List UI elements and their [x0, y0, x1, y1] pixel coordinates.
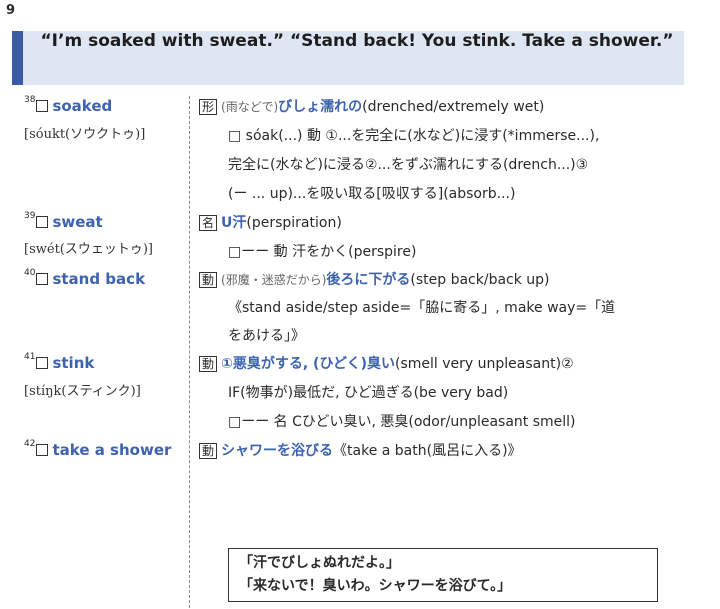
definition-rest: (perspiration)	[246, 215, 342, 231]
entry-word: take a shower	[52, 441, 172, 459]
usage-note: (雨などで)	[221, 100, 279, 114]
entry-number: 40	[24, 268, 36, 278]
pos-badge: 動	[199, 443, 218, 459]
definition-line: IF(物事が)最低だ, ひど過ぎる(be very bad)	[228, 385, 509, 401]
entry-take-a-shower: 42 take a shower	[24, 439, 172, 459]
entry-pronunciation: [sóukt(ソウクトゥ)]	[24, 127, 146, 142]
definition-rest: (step back/back up)	[410, 272, 550, 288]
header-accent-bar	[12, 31, 23, 85]
entry-number: 38	[24, 95, 36, 105]
definition-line: □ーー 動 汗をかく(perspire)	[228, 244, 417, 260]
translation-line-1: 「汗でびしょぬれだよ。」	[239, 555, 400, 571]
pos-badge: 動	[199, 356, 218, 372]
checkbox-icon[interactable]	[36, 216, 49, 228]
definition-rest: (drenched/extremely wet)	[362, 99, 545, 115]
entry-word: stand back	[52, 270, 146, 288]
page-number: 9	[6, 3, 16, 18]
definition-line: 完全に(水など)に浸る②...をずぶ濡れにする(drench...)③	[228, 157, 589, 173]
entry-number: 39	[24, 211, 36, 221]
entry-word: sweat	[52, 213, 103, 231]
checkbox-icon[interactable]	[36, 444, 49, 456]
entry-sweat: 39 sweat	[24, 211, 103, 231]
pos-badge: 動	[199, 272, 218, 288]
entry-number: 41	[24, 352, 36, 362]
definition-line: □ sóak(...) 動 ①...を完全に(水など)に浸す(*immerse.…	[228, 128, 600, 144]
definition-line: 名 U汗(perspiration)	[199, 212, 342, 232]
header-quote: “I’m soaked with sweat.” “Stand back! Yo…	[40, 31, 674, 51]
pos-badge: 名	[199, 215, 218, 231]
entry-pronunciation: [stíŋk(スティンク)]	[24, 384, 141, 399]
entry-word: soaked	[52, 97, 113, 115]
entry-number: 42	[24, 439, 36, 449]
column-divider	[189, 96, 190, 608]
definition-head: びしょ濡れの	[278, 99, 363, 115]
usage-note: (邪魔・迷惑だから)	[221, 273, 327, 287]
definition-head: ①悪臭がする, (ひどく)臭い	[221, 356, 396, 372]
pos-badge: 形	[199, 99, 218, 115]
definition-line: 形 (雨などで)びしょ濡れの(drenched/extremely wet)	[199, 96, 544, 116]
definition-line: をあける」》	[228, 328, 305, 344]
checkbox-icon[interactable]	[36, 357, 49, 369]
translation-box: 「汗でびしょぬれだよ。」 「来ないで！臭いわ。シャワーを浴びて。」	[228, 548, 658, 602]
entry-word: stink	[52, 354, 95, 372]
definition-line: 動シャワーを浴びる《take a bath(風呂に入る)》	[199, 440, 522, 460]
definition-line: □ーー 名 Cひどい臭い, 悪臭(odor/unpleasant smell)	[228, 414, 576, 430]
checkbox-icon[interactable]	[36, 100, 49, 112]
definition-rest: (smell very unpleasant)②	[395, 356, 574, 372]
checkbox-icon[interactable]	[36, 273, 49, 285]
entry-soaked: 38 soaked	[24, 95, 113, 115]
definition-line: 動 (邪魔・迷惑だから)後ろに下がる(step back/back up)	[199, 269, 550, 289]
definition-line: 動 ①悪臭がする, (ひどく)臭い(smell very unpleasant)②	[199, 353, 574, 373]
definition-rest: 《take a bath(風呂に入る)》	[333, 443, 522, 459]
definition-head: 後ろに下がる	[326, 272, 411, 288]
entry-stink: 41 stink	[24, 352, 95, 372]
definition-line: (ー ... up)...を吸い取る[吸収する](absorb...)	[228, 186, 516, 202]
definition-line: 《stand aside/step aside=「脇に寄る」, make way…	[228, 300, 616, 316]
entry-pronunciation: [swét(スウェットゥ)]	[24, 242, 154, 257]
definition-head: シャワーを浴びる	[221, 443, 334, 459]
entry-stand-back: 40 stand back	[24, 268, 146, 288]
translation-line-2: 「来ないで！臭いわ。シャワーを浴びて。」	[239, 578, 512, 594]
definition-head: U汗	[221, 215, 247, 231]
